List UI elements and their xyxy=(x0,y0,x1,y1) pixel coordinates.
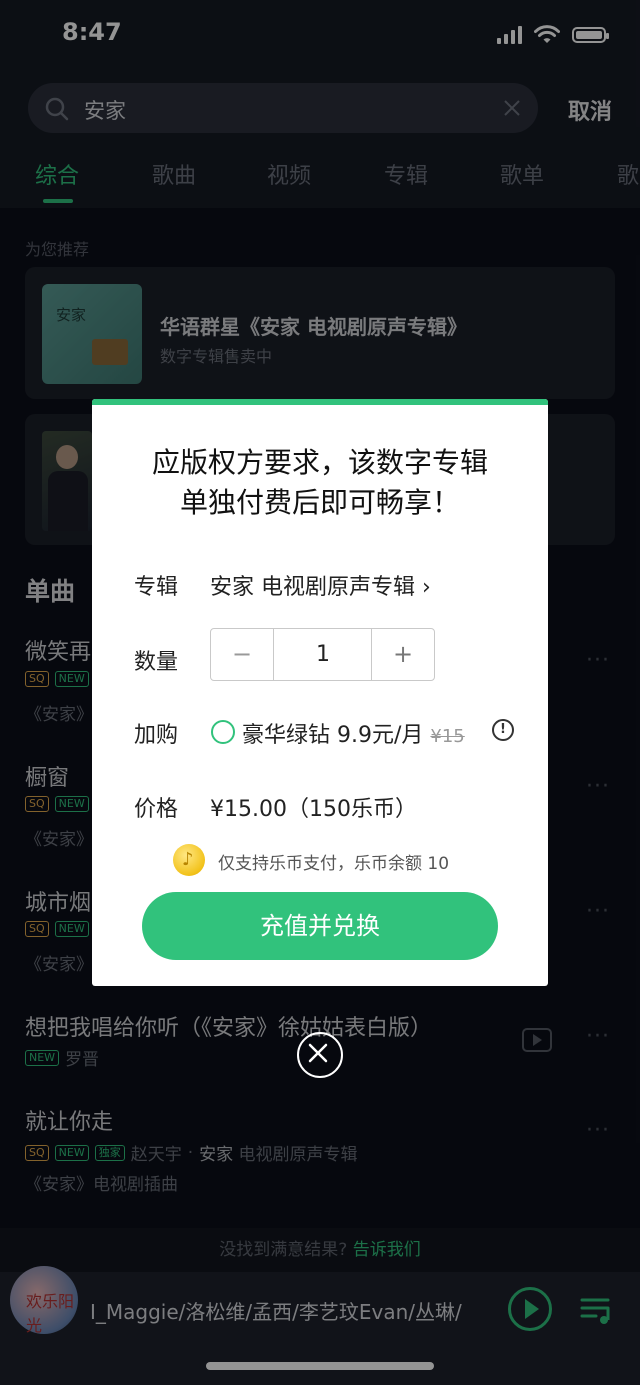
search-results-page: 8:47 安家 取消 综合 歌曲 视频 专辑 歌单 歌 为您推荐 安家 华语群星… xyxy=(0,0,640,1385)
chevron-right-icon: › xyxy=(422,575,431,600)
album-label: 专辑 xyxy=(134,575,179,600)
addon-radio[interactable] xyxy=(211,720,235,744)
dialog-accent-bar xyxy=(92,399,548,405)
increase-quantity-button[interactable]: + xyxy=(371,629,434,680)
addon-original-price: ¥15 xyxy=(430,726,465,747)
close-dialog-button[interactable] xyxy=(297,1032,343,1078)
quantity-label: 数量 xyxy=(134,650,179,675)
purchase-dialog: 应版权方要求，该数字专辑 单独付费后即可畅享！ 专辑 安家 电视剧原声专辑 › … xyxy=(92,399,548,986)
quantity-value[interactable]: 1 xyxy=(273,629,373,680)
price-value: ¥15.00（150乐币） xyxy=(210,797,417,822)
close-icon xyxy=(308,1043,328,1063)
quantity-stepper: − 1 + xyxy=(210,628,435,681)
addon-label: 加购 xyxy=(134,723,179,748)
album-link[interactable]: 安家 电视剧原声专辑 › xyxy=(210,569,431,601)
coin-balance-note: 仅支持乐币支付，乐币余额 10 xyxy=(218,854,450,874)
coin-icon: ♪ xyxy=(173,844,205,876)
decrease-quantity-button[interactable]: − xyxy=(211,629,274,680)
dialog-title-line1: 应版权方要求，该数字专辑 xyxy=(151,446,488,479)
addon-offer[interactable]: 豪华绿钻 9.9元/月 ¥15 xyxy=(242,717,465,749)
price-label: 价格 xyxy=(134,797,179,822)
info-icon[interactable]: ! xyxy=(492,719,514,741)
recharge-and-redeem-button[interactable]: 充值并兑换 xyxy=(142,892,498,960)
dialog-title-line2: 单独付费后即可畅享！ xyxy=(179,486,460,519)
